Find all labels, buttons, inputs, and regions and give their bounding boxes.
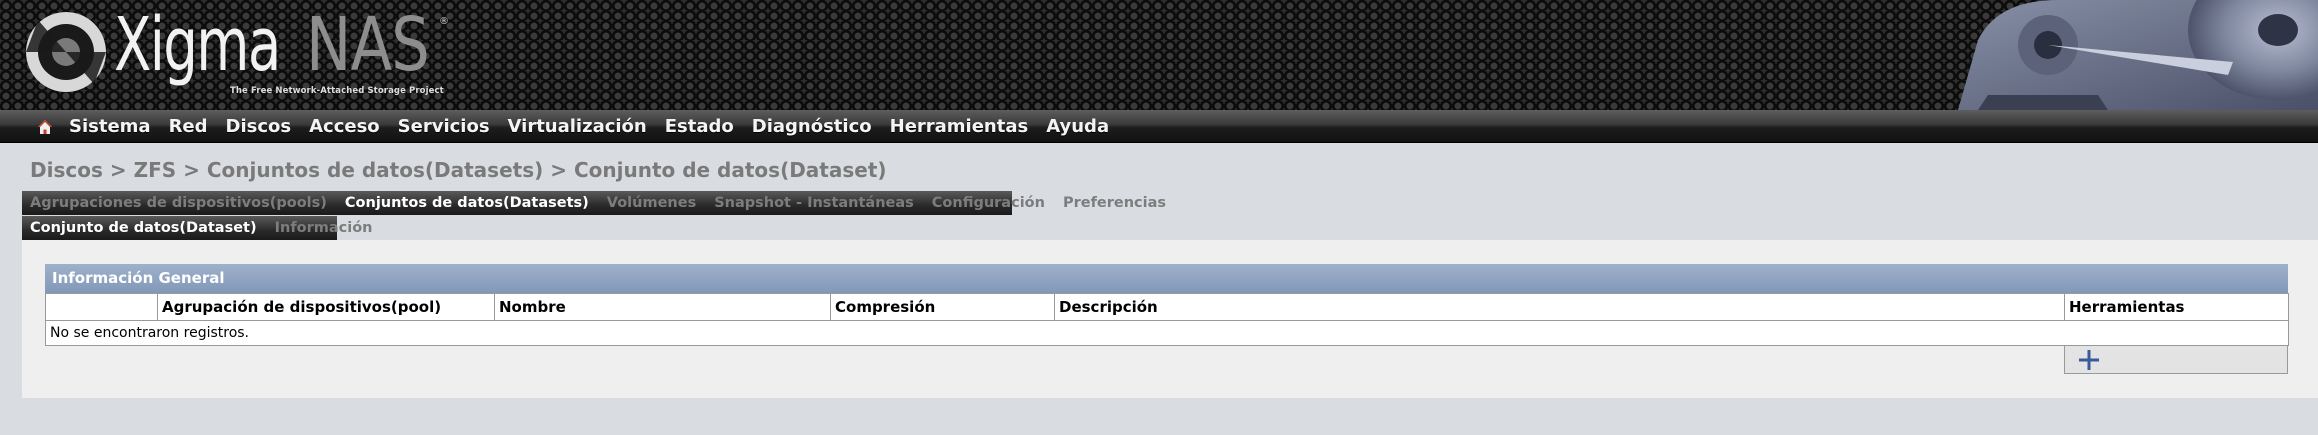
logo-registered-mark: ® <box>439 16 449 27</box>
plus-icon[interactable] <box>2078 349 2100 371</box>
column-header-descripcion[interactable]: Descripción <box>1054 293 2065 321</box>
nav-ayuda[interactable]: Ayuda <box>1037 110 1118 143</box>
nav-estado[interactable]: Estado <box>656 110 743 143</box>
nav-servicios[interactable]: Servicios <box>389 110 499 143</box>
tab-dataset[interactable]: Conjunto de datos(Dataset) <box>30 220 267 236</box>
tab-configuracion[interactable]: Configuración <box>932 195 1055 211</box>
breadcrumb-dataset[interactable]: Conjunto de datos(Dataset) <box>574 158 887 182</box>
main-navigation: Sistema Red Discos Acceso Servicios Virt… <box>0 110 2318 143</box>
breadcrumb: Discos > ZFS > Conjuntos de datos(Datase… <box>30 158 887 182</box>
nav-virtualizacion[interactable]: Virtualización <box>499 110 656 143</box>
content-area: Información General Agrupación de dispos… <box>22 240 2318 398</box>
add-cell <box>2064 346 2288 374</box>
logo-text-main: Xigma <box>114 2 281 88</box>
tab-datasets[interactable]: Conjuntos de datos(Datasets) <box>345 195 599 211</box>
secondary-tabs: Conjunto de datos(Dataset) Información <box>22 216 373 240</box>
tab-snapshots[interactable]: Snapshot - Instantáneas <box>714 195 924 211</box>
nav-herramientas[interactable]: Herramientas <box>881 110 1038 143</box>
nav-diagnostico[interactable]: Diagnóstico <box>743 110 881 143</box>
breadcrumb-datasets[interactable]: Conjuntos de datos(Datasets) <box>207 158 543 182</box>
column-header-compresion[interactable]: Compresión <box>830 293 1055 321</box>
nav-red[interactable]: Red <box>160 110 217 143</box>
nav-acceso[interactable]: Acceso <box>300 110 389 143</box>
column-header-select <box>45 293 158 321</box>
primary-tabs: Agrupaciones de dispositivos(pools) Conj… <box>22 191 1166 215</box>
table-toolbar <box>45 346 2288 376</box>
column-header-nombre[interactable]: Nombre <box>494 293 831 321</box>
empty-row: No se encontraron registros. <box>45 320 2289 346</box>
breadcrumb-separator: > <box>550 158 567 182</box>
logo-text-accent: NAS <box>306 2 430 88</box>
header-banner: Xigma NAS ® The Free Network-Attached St… <box>0 0 2318 110</box>
empty-message: No se encontraron registros. <box>45 320 2289 346</box>
tab-pools[interactable]: Agrupaciones de dispositivos(pools) <box>30 195 337 211</box>
table-header-row: Agrupación de dispositivos(pool) Nombre … <box>45 293 2289 321</box>
nav-discos[interactable]: Discos <box>217 110 301 143</box>
nav-sistema[interactable]: Sistema <box>60 110 160 143</box>
xigmanas-emblem-icon <box>26 12 106 92</box>
hard-drive-illustration <box>1958 0 2318 110</box>
datasets-table: Agrupación de dispositivos(pool) Nombre … <box>45 293 2289 346</box>
info-panel: Información General Agrupación de dispos… <box>45 264 2289 376</box>
column-header-herramientas: Herramientas <box>2064 293 2289 321</box>
tab-volumenes[interactable]: Volúmenes <box>607 195 706 211</box>
nav-home[interactable] <box>30 110 60 143</box>
breadcrumb-zfs[interactable]: ZFS <box>134 158 177 182</box>
home-icon <box>38 119 52 134</box>
panel-title: Información General <box>45 264 2288 293</box>
breadcrumb-separator: > <box>109 158 127 182</box>
logo-tagline: The Free Network-Attached Storage Projec… <box>230 86 444 96</box>
breadcrumb-discos[interactable]: Discos <box>30 158 103 182</box>
tab-informacion[interactable]: Información <box>275 220 383 236</box>
breadcrumb-separator: > <box>183 158 200 182</box>
column-header-pool[interactable]: Agrupación de dispositivos(pool) <box>157 293 495 321</box>
xigmanas-logo[interactable]: Xigma NAS ® The Free Network-Attached St… <box>18 2 458 102</box>
tab-preferencias[interactable]: Preferencias <box>1063 195 1176 211</box>
